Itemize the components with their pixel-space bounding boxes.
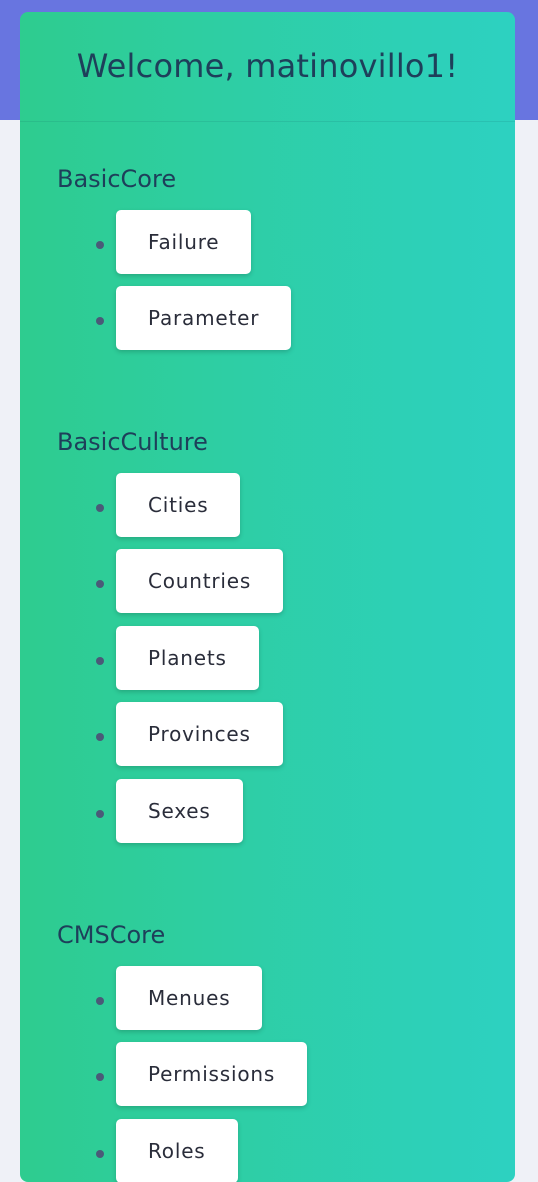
provinces-button[interactable]: Provinces	[116, 702, 283, 766]
bullet-icon	[96, 504, 104, 512]
bullet-icon	[96, 997, 104, 1005]
welcome-title: Welcome, matinovillo1!	[76, 46, 459, 85]
bullet-icon	[96, 317, 104, 325]
bullet-icon	[96, 810, 104, 818]
roles-button[interactable]: Roles	[116, 1119, 238, 1182]
parameter-button[interactable]: Parameter	[116, 286, 292, 350]
menu-card: Welcome, matinovillo1! BasicCore Failure…	[20, 12, 515, 1182]
bullet-icon	[96, 580, 104, 588]
countries-button[interactable]: Countries	[116, 549, 284, 613]
failure-button[interactable]: Failure	[116, 210, 252, 274]
bullet-icon	[96, 241, 104, 249]
section-basiccore: BasicCore Failure Parameter	[57, 164, 292, 350]
section-title: BasicCulture	[57, 428, 208, 456]
section-basicculture: BasicCulture Cities Countries Planets Pr…	[57, 427, 284, 843]
menues-button[interactable]: Menues	[116, 966, 263, 1030]
planets-button[interactable]: Planets	[116, 626, 259, 690]
section-title: CMSCore	[57, 921, 166, 949]
sexes-button[interactable]: Sexes	[116, 779, 243, 843]
card-header: Welcome, matinovillo1!	[20, 12, 515, 122]
bullet-icon	[96, 733, 104, 741]
cities-button[interactable]: Cities	[116, 473, 241, 537]
permissions-button[interactable]: Permissions	[116, 1042, 308, 1106]
bullet-icon	[96, 1073, 104, 1081]
bullet-icon	[96, 657, 104, 665]
bullet-icon	[96, 1150, 104, 1158]
section-title: BasicCore	[57, 165, 177, 193]
section-cmscore: CMSCore Menues Permissions Roles	[57, 920, 308, 1182]
